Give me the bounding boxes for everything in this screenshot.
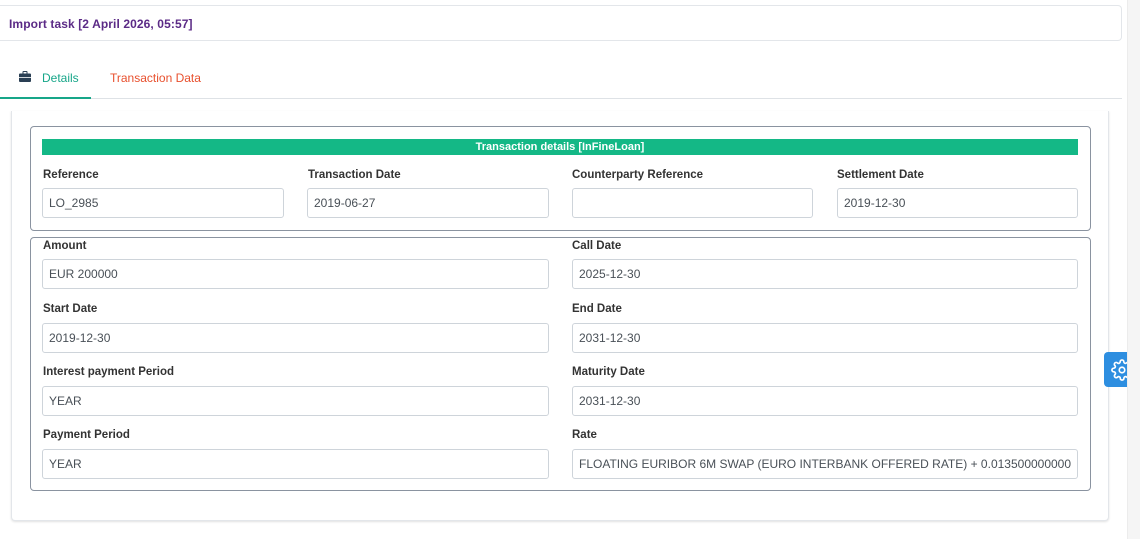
counterparty-reference-label: Counterparty Reference [572,169,704,181]
end-date-input[interactable] [572,323,1078,353]
counterparty-reference-input[interactable] [572,188,813,218]
maturity-date-input[interactable] [572,386,1078,416]
rate-input[interactable] [572,449,1078,479]
interest-payment-period-input[interactable] [42,386,549,416]
settlement-date-label: Settlement Date [837,169,924,181]
payment-period-input[interactable] [42,449,549,479]
interest-payment-period-label: Interest payment Period [43,366,175,378]
tab-details-label: Details [42,71,79,85]
settlement-date-input[interactable] [837,188,1078,218]
call-date-label: Call Date [572,240,622,252]
amount-input[interactable] [42,259,549,289]
transaction-date-label: Transaction Date [308,169,401,181]
reference-input[interactable] [42,188,284,218]
task-title: Import task [2 April 2026, 05:57] [9,17,193,31]
payment-period-label: Payment Period [43,429,130,441]
section-title-bar: Transaction details [InFineLoan] [42,139,1078,155]
start-date-label: Start Date [43,303,98,315]
reference-label: Reference [43,169,99,181]
maturity-date-label: Maturity Date [572,366,645,378]
tab-details[interactable]: Details [0,58,91,99]
tab-transaction-data[interactable]: Transaction Data [110,58,201,99]
tab-transaction-data-label: Transaction Data [110,71,201,85]
start-date-input[interactable] [42,323,549,353]
vertical-scrollbar[interactable] [1127,0,1140,539]
call-date-input[interactable] [572,259,1078,289]
end-date-label: End Date [572,303,622,315]
transaction-date-input[interactable] [307,188,549,218]
task-header: Import task [2 April 2026, 05:57] [0,5,1122,41]
amount-label: Amount [43,240,87,252]
page: Import task [2 April 2026, 05:57] Detail… [0,0,1140,539]
tab-bar: Details Transaction Data [0,58,1122,99]
briefcase-icon [19,71,31,82]
rate-label: Rate [572,429,597,441]
